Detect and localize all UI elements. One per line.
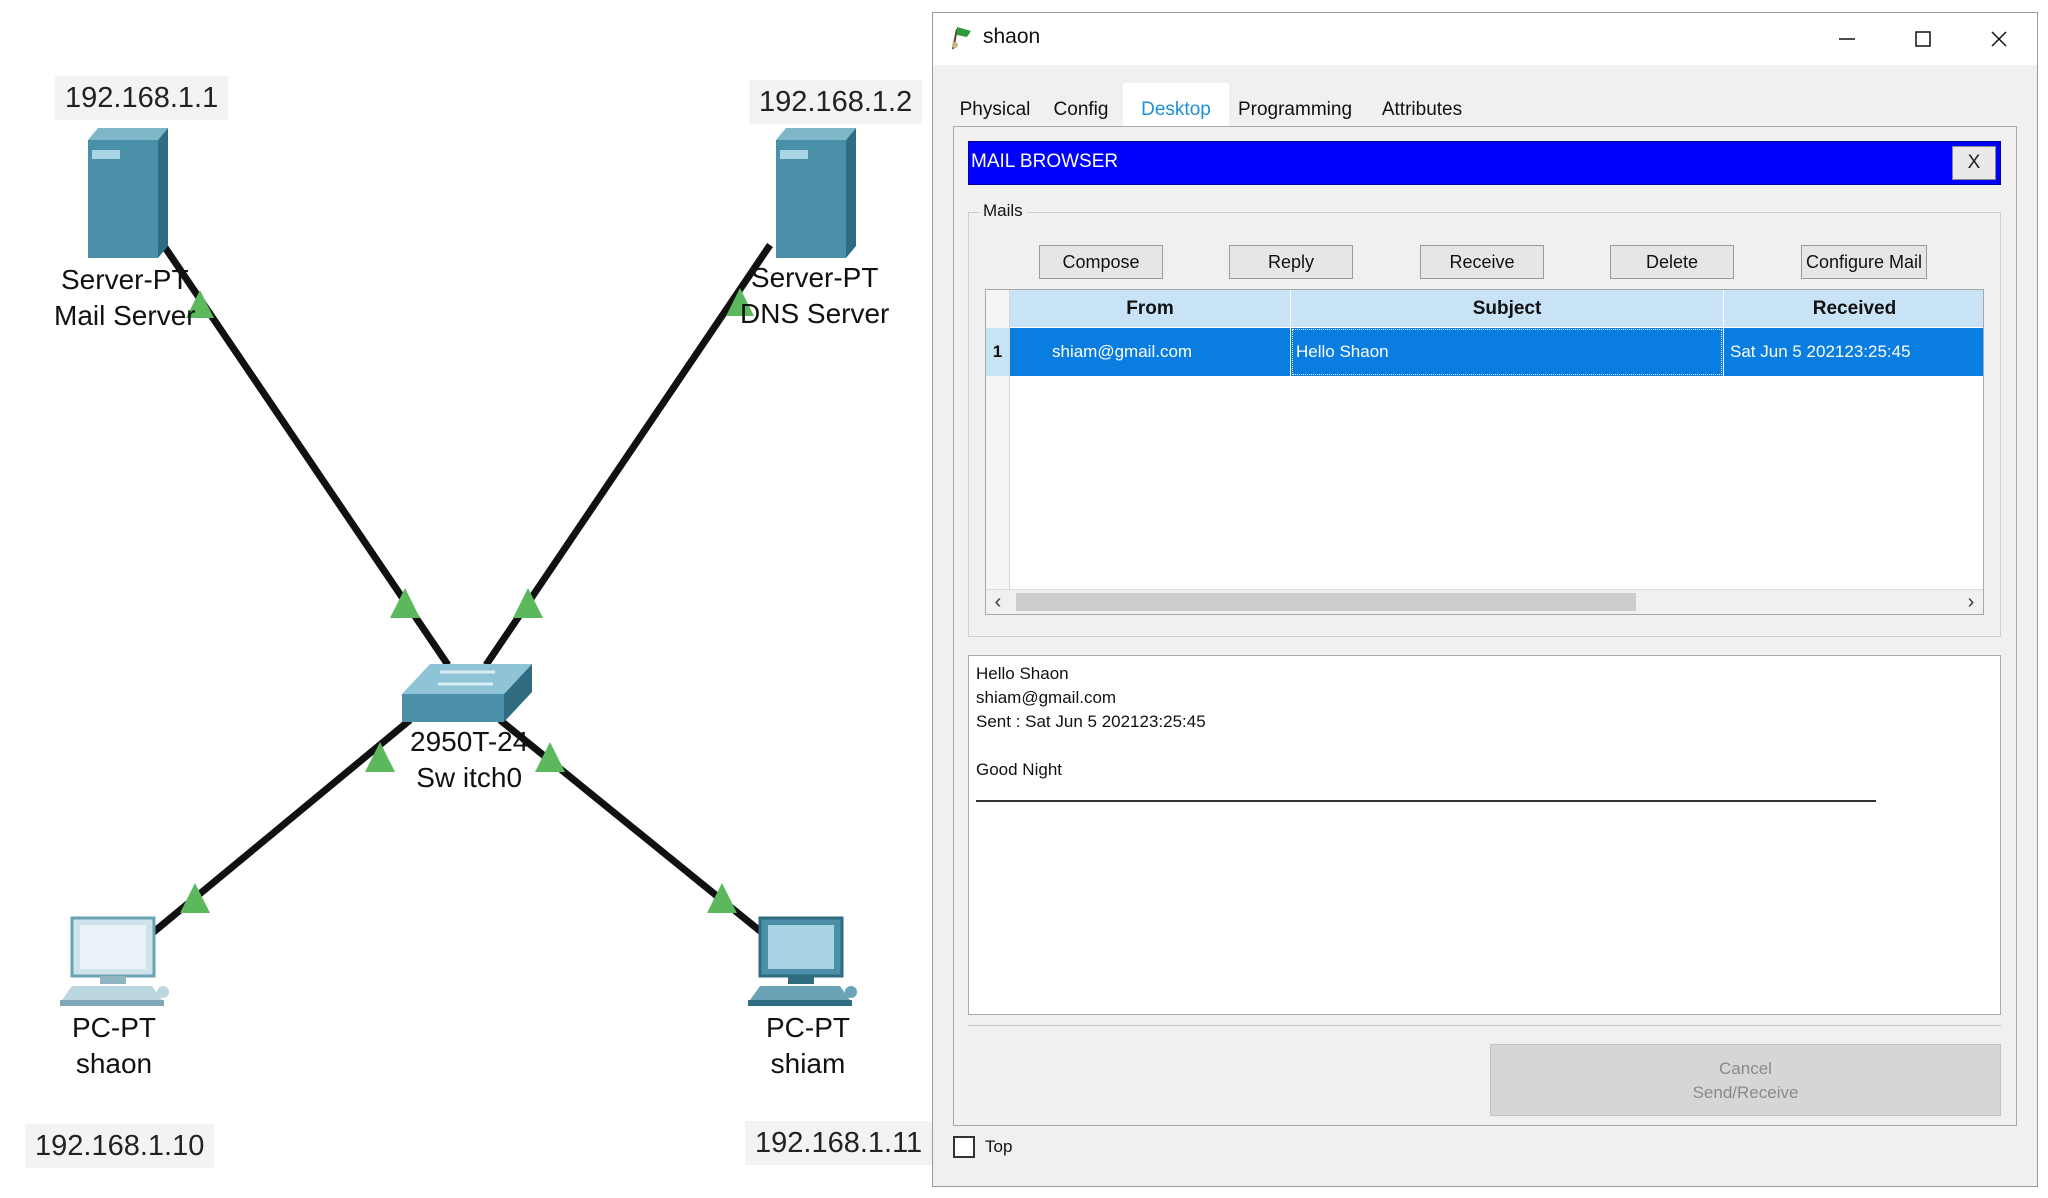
device-label-shaon: PC-PT shaon [72, 1010, 156, 1082]
cancel-label-line1: Cancel [1719, 1059, 1772, 1078]
close-window-button[interactable] [1961, 13, 2037, 65]
device-type: PC-PT [766, 1012, 850, 1043]
device-label-dns-server: Server-PT DNS Server [740, 260, 889, 332]
top-checkbox-label: Top [985, 1137, 1013, 1156]
ip-label-dns-server: 192.168.1.2 [749, 80, 923, 124]
pc-shaon-icon [60, 916, 169, 1006]
column-header-received[interactable]: Received [1724, 290, 1983, 327]
desktop-panel: MAIL BROWSER X Mails Compose Reply Recei… [953, 126, 2017, 1126]
dns-server-icon [776, 128, 856, 258]
separator [968, 1025, 2001, 1026]
title-bar[interactable]: shaon [933, 13, 2037, 65]
message-body: Good Night [976, 760, 1062, 779]
maximize-icon [1915, 31, 1931, 47]
ip-label-shaon: 192.168.1.10 [25, 1124, 215, 1168]
device-type: Server-PT [61, 264, 189, 295]
scroll-left-icon[interactable]: ‹ [986, 590, 1010, 614]
device-type: PC-PT [72, 1012, 156, 1043]
configure-mail-button[interactable]: Configure Mail [1801, 245, 1927, 279]
scroll-right-icon[interactable]: › [1959, 590, 1983, 614]
close-icon [1991, 31, 2007, 47]
minimize-button[interactable] [1809, 13, 1885, 65]
pc-shiam-icon [748, 916, 857, 1006]
device-name: Sw itch0 [416, 762, 523, 793]
device-type: 2950T-24 [410, 726, 529, 757]
receive-button[interactable]: Receive [1420, 245, 1544, 279]
link-up-indicator [390, 588, 420, 618]
mail-browser-header: MAIL BROWSER X [968, 141, 2001, 185]
ip-label-shiam: 192.168.1.11 [745, 1121, 933, 1165]
message-subject: Hello Shaon [976, 664, 1069, 683]
horizontal-scrollbar[interactable]: ‹ › [986, 589, 1983, 614]
compose-button[interactable]: Compose [1039, 245, 1163, 279]
mail-browser-title: MAIL BROWSER [971, 151, 1119, 172]
cell-from[interactable]: shiam@gmail.com [1010, 328, 1290, 376]
message-sent: Sent : Sat Jun 5 202123:25:45 [976, 712, 1206, 731]
switch-icon [402, 664, 532, 722]
ip-label-mail-server: 192.168.1.1 [55, 76, 229, 120]
message-divider [976, 800, 1876, 802]
device-window: shaon Physical Config Desktop Programmin… [932, 12, 2038, 1187]
top-checkbox[interactable] [953, 1136, 975, 1158]
link-up-indicator [535, 742, 565, 772]
network-topology-canvas[interactable]: 192.168.1.1 192.168.1.2 192.168.1.10 192… [0, 0, 933, 1198]
cancel-label-line2: Send/Receive [1692, 1083, 1799, 1102]
maximize-button[interactable] [1885, 13, 1961, 65]
cell-received[interactable]: Sat Jun 5 202123:25:45 [1724, 328, 1983, 376]
cancel-send-receive-button[interactable]: Cancel Send/Receive [1490, 1044, 2001, 1116]
device-name: DNS Server [740, 298, 890, 329]
mail-table[interactable]: From Subject Received 1 shiam@gmail.com … [985, 289, 1984, 615]
column-header-from[interactable]: From [1010, 290, 1290, 327]
mails-group-label: Mails [979, 201, 1027, 221]
device-name: shiam [770, 1048, 846, 1079]
reply-button[interactable]: Reply [1229, 245, 1353, 279]
scrollbar-thumb[interactable] [1016, 593, 1636, 611]
close-mail-browser-button[interactable]: X [1952, 146, 1996, 180]
row-number: 1 [986, 328, 1009, 376]
table-row[interactable]: 1 shiam@gmail.com Hello Shaon Sat Jun 5 … [986, 328, 1983, 376]
packet-tracer-icon [952, 27, 971, 50]
device-type: Server-PT [750, 262, 879, 293]
device-label-mail-server: Server-PT Mail Server [54, 262, 196, 334]
mails-group: Mails Compose Reply Receive Delete Confi… [968, 201, 2001, 637]
mail-content-view[interactable]: Hello Shaon shiam@gmail.com Sent : Sat J… [968, 655, 2001, 1015]
message-from: shiam@gmail.com [976, 688, 1117, 707]
device-name: Mail Server [54, 300, 196, 331]
delete-button[interactable]: Delete [1610, 245, 1734, 279]
mail-server-icon [88, 128, 168, 258]
minimize-icon [1839, 38, 1855, 40]
device-name: shaon [75, 1048, 153, 1079]
device-label-shiam: PC-PT shiam [766, 1010, 850, 1082]
device-label-switch: 2950T-24 Sw itch0 [410, 724, 528, 796]
column-header-subject[interactable]: Subject [1291, 290, 1723, 327]
window-title: shaon [983, 25, 1041, 48]
cell-subject[interactable]: Hello Shaon [1291, 328, 1723, 376]
